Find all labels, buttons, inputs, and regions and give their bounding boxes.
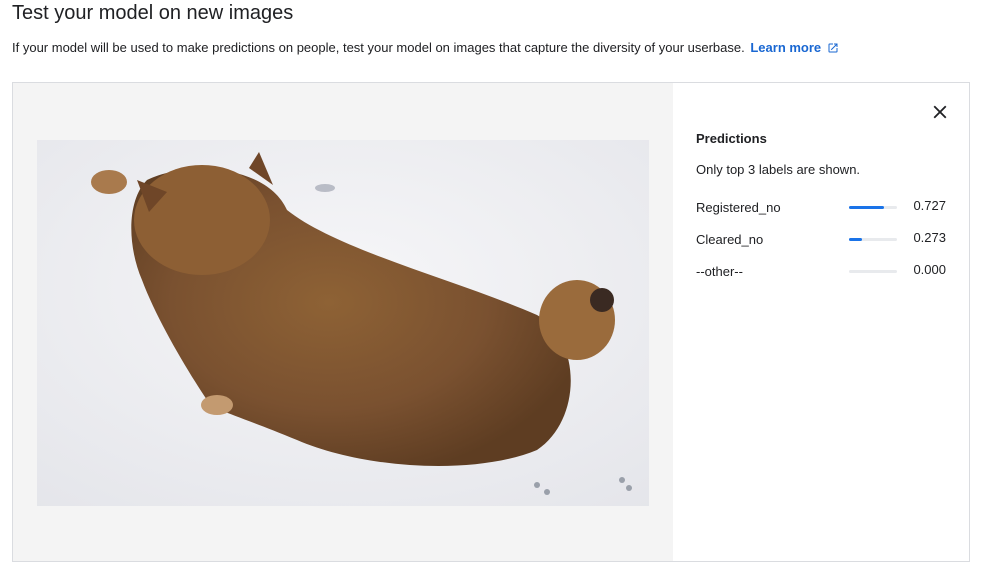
predictions-pane: Predictions Only top 3 labels are shown.…: [673, 83, 969, 561]
score-bar-fill: [849, 238, 863, 241]
prediction-row: Registered_no 0.727: [696, 198, 946, 218]
prediction-row: Cleared_no 0.273: [696, 230, 946, 250]
close-icon: [933, 105, 947, 119]
prediction-label: --other--: [696, 264, 743, 279]
close-button[interactable]: [929, 101, 951, 123]
prediction-score: 0.727: [913, 198, 946, 213]
prediction-label: Registered_no: [696, 200, 781, 215]
prediction-label: Cleared_no: [696, 232, 764, 247]
description-text: If your model will be used to make predi…: [12, 40, 745, 55]
learn-more-link[interactable]: Learn more: [750, 40, 839, 55]
external-link-icon: [827, 41, 839, 59]
prediction-row: --other-- 0.000: [696, 262, 946, 282]
score-bar-fill: [849, 206, 884, 209]
predictions-title: Predictions: [696, 131, 767, 146]
predictions-subtitle: Only top 3 labels are shown.: [696, 162, 861, 177]
image-preview-area: [13, 83, 673, 561]
score-bar: [849, 206, 897, 209]
learn-more-label: Learn more: [750, 40, 822, 55]
page-title: Test your model on new images: [12, 2, 294, 24]
uploaded-image: [37, 140, 649, 506]
prediction-score: 0.273: [913, 230, 946, 245]
score-bar: [849, 270, 897, 273]
description: If your model will be used to make predi…: [12, 39, 839, 59]
prediction-score: 0.000: [913, 262, 946, 277]
dog-photo: [37, 140, 649, 506]
test-panel: Predictions Only top 3 labels are shown.…: [12, 82, 970, 562]
score-bar: [849, 238, 897, 241]
